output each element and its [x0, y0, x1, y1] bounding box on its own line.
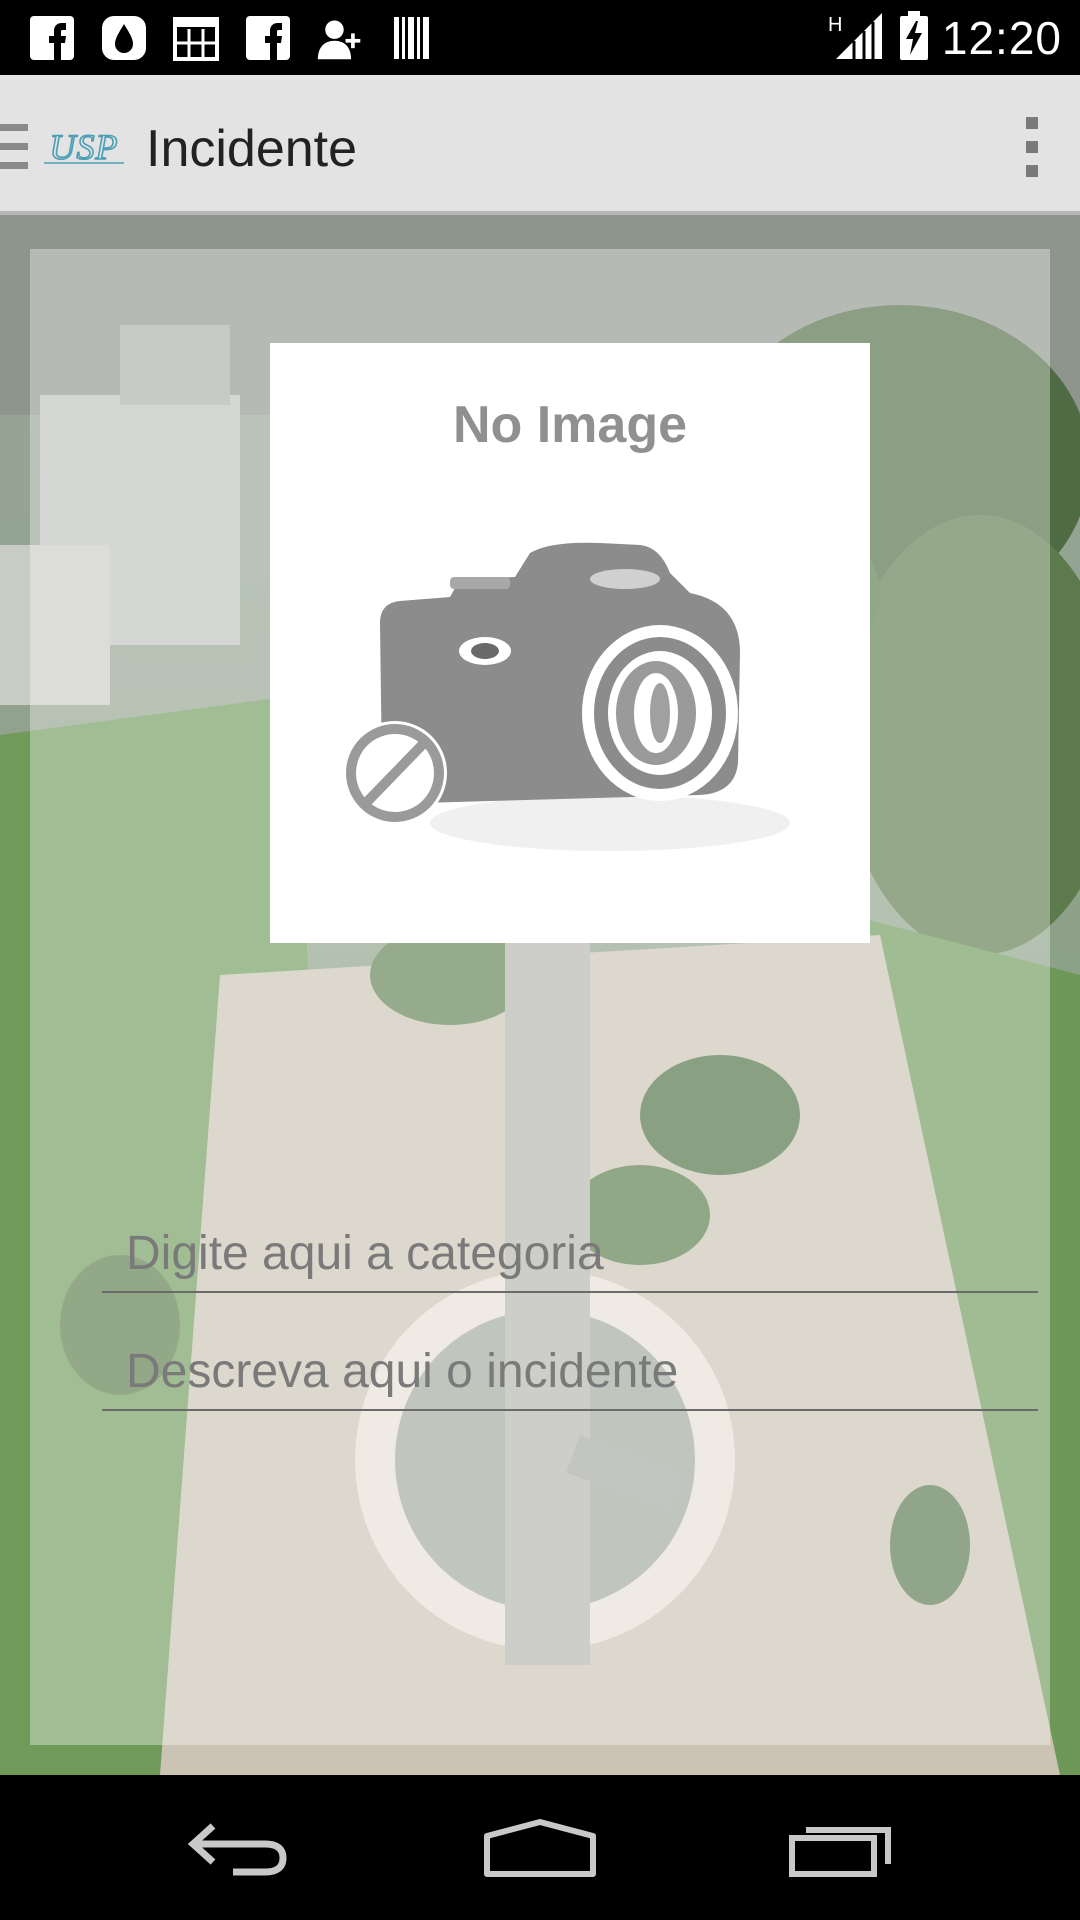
back-icon [187, 1823, 287, 1876]
status-bar: H 12:20 [0, 0, 1080, 75]
droplet-icon [100, 14, 148, 62]
svg-text:H: H [828, 14, 842, 36]
overflow-menu-icon[interactable] [1020, 115, 1044, 179]
signal-icon: H [828, 11, 886, 66]
facebook-icon [244, 14, 292, 62]
recent-apps-icon [789, 1827, 891, 1877]
content-area: No Image [0, 215, 1080, 1775]
system-indicators: H 12:20 [828, 8, 1062, 68]
recent-apps-button[interactable] [778, 1803, 908, 1893]
facebook-icon [28, 14, 76, 62]
form-panel: No Image [30, 249, 1050, 1745]
status-time: 12:20 [941, 12, 1062, 64]
back-button[interactable] [175, 1803, 305, 1893]
no-image-label: No Image [452, 396, 688, 454]
camera-no-image-icon [343, 542, 790, 851]
category-field [102, 1221, 1038, 1293]
battery-charging-icon [898, 10, 930, 66]
calendar-icon [172, 14, 220, 62]
navigation-drawer-icon[interactable] [0, 124, 30, 170]
incident-description-field [102, 1339, 1038, 1411]
barcode-icon [388, 14, 436, 62]
usp-logo[interactable]: USP [42, 127, 126, 167]
category-input[interactable] [126, 1221, 1026, 1285]
page-title: Incidente [146, 120, 358, 178]
home-icon [484, 1819, 596, 1877]
svg-text:USP: USP [50, 127, 119, 167]
incident-photo[interactable]: No Image [270, 343, 870, 943]
home-button[interactable] [475, 1803, 605, 1893]
notification-icons [28, 12, 436, 64]
screen: H 12:20 USP Incidente No Image Digite aq… [0, 0, 1080, 1920]
system-navigation-bar [0, 1775, 1080, 1920]
add-contact-icon [316, 14, 364, 62]
incident-description-input[interactable] [126, 1339, 1026, 1403]
action-bar: USP Incidente [0, 75, 1080, 215]
